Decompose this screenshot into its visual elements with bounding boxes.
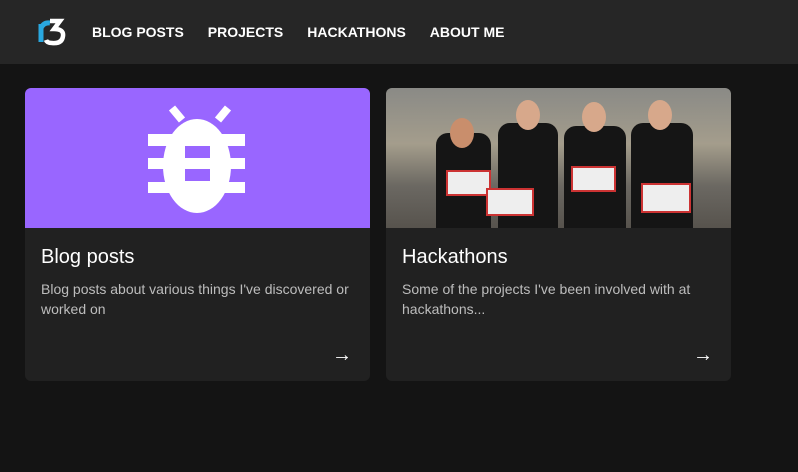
nav-projects[interactable]: PROJECTS [208,24,283,40]
card-description: Blog posts about various things I've dis… [41,281,349,317]
top-nav: BLOG POSTS PROJECTS HACKATHONS ABOUT ME [0,0,798,64]
logo-icon[interactable] [38,16,66,46]
blog-posts-card[interactable]: Blog posts Blog posts about various thin… [25,88,370,381]
nav-hackathons[interactable]: HACKATHONS [307,24,406,40]
card-title: Blog posts [41,246,135,268]
arrow-right-icon[interactable]: → [693,344,713,367]
card-description: Some of the projects I've been involved … [402,281,691,317]
card-title: Hackathons [402,246,508,268]
card-banner [25,88,370,228]
hackathons-card[interactable]: Hackathons Some of the projects I've bee… [386,88,731,381]
nav-blog-posts[interactable]: BLOG POSTS [92,24,184,40]
bug-icon [148,105,245,213]
arrow-right-icon[interactable]: → [332,344,352,367]
hackathon-photo [386,88,731,228]
nav-about-me[interactable]: ABOUT ME [430,24,505,40]
